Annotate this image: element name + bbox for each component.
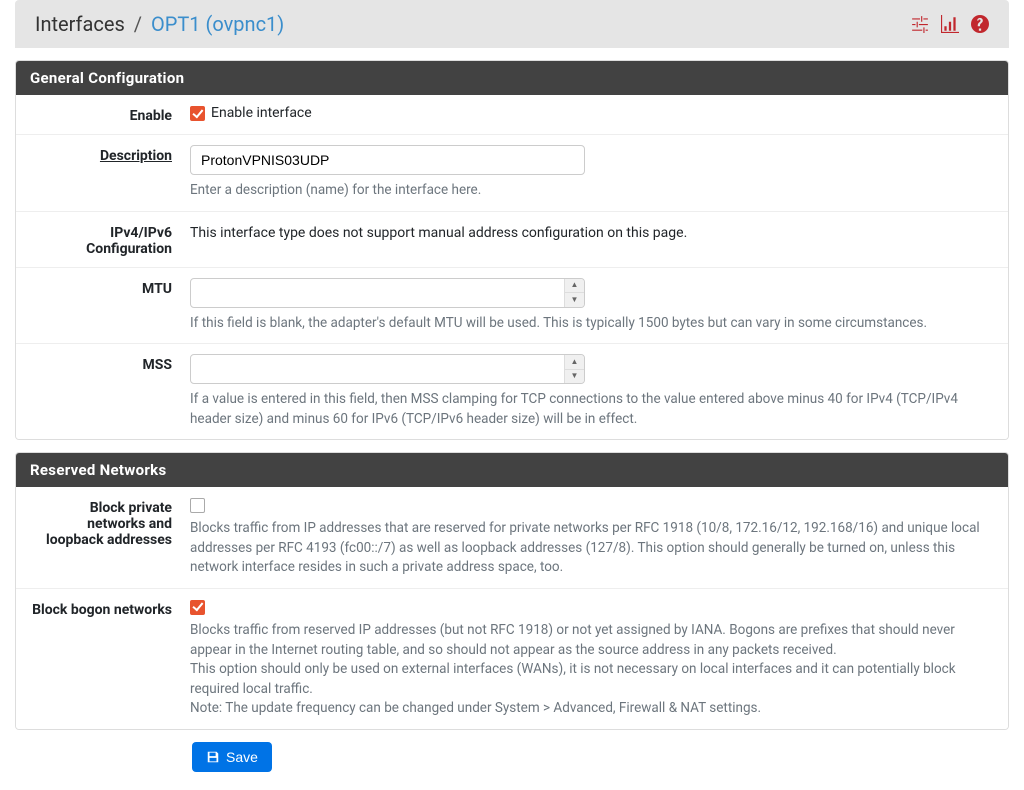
block-private-label: Block private networks and loopback addr… [30,497,190,578]
block-private-help: Blocks traffic from IP addresses that ar… [190,519,994,578]
mtu-label: MTU [30,278,190,334]
help-icon[interactable] [971,15,989,33]
page-header: Interfaces / OPT1 (ovpnc1) [15,0,1009,48]
save-icon [206,750,220,764]
sliders-icon[interactable] [911,15,929,33]
chart-icon[interactable] [941,15,959,33]
block-bogon-checkbox[interactable] [190,600,205,615]
mtu-help: If this field is blank, the adapter's de… [190,314,994,334]
mss-help: If a value is entered in this field, the… [190,390,994,429]
panel-title-general: General Configuration [16,61,1008,95]
enable-checkbox-label: Enable interface [211,105,312,121]
block-bogon-help2: This option should only be used on exter… [190,660,994,699]
mtu-input[interactable] [190,278,585,308]
mtu-spinner[interactable]: ▲▼ [564,279,584,307]
breadcrumb-root[interactable]: Interfaces [35,12,125,36]
ipconfig-text: This interface type does not support man… [190,222,994,241]
description-label[interactable]: Description [30,145,190,201]
mss-spinner[interactable]: ▲▼ [564,355,584,383]
description-input[interactable] [190,145,585,175]
enable-checkbox[interactable] [190,106,205,121]
save-button[interactable]: Save [192,742,272,772]
mss-label: MSS [30,354,190,429]
panel-title-reserved: Reserved Networks [16,453,1008,487]
general-configuration-panel: General Configuration Enable Enable inte… [15,60,1009,440]
breadcrumb-current[interactable]: OPT1 (ovpnc1) [151,12,284,36]
block-private-checkbox[interactable] [190,498,205,513]
breadcrumb: Interfaces / OPT1 (ovpnc1) [35,12,284,36]
block-bogon-help3: Note: The update frequency can be change… [190,699,994,719]
save-button-label: Save [226,749,258,765]
mss-input[interactable] [190,354,585,384]
description-help: Enter a description (name) for the inter… [190,181,994,201]
reserved-networks-panel: Reserved Networks Block private networks… [15,452,1009,730]
block-bogon-label: Block bogon networks [30,599,190,719]
header-actions [911,15,989,33]
ipconfig-label: IPv4/IPv6 Configuration [30,222,190,257]
enable-label: Enable [30,105,190,124]
block-bogon-help1: Blocks traffic from reserved IP addresse… [190,621,994,660]
